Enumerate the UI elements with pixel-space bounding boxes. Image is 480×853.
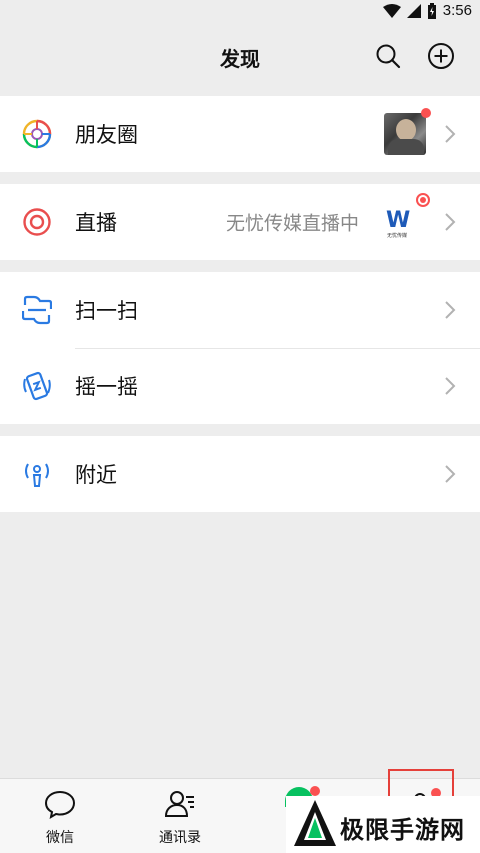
watermark-text: 极限手游网: [340, 815, 465, 844]
nearby-label: 附近: [75, 463, 117, 487]
chevron-right-icon: [445, 465, 456, 483]
tab-contacts[interactable]: 通讯录: [120, 779, 240, 853]
moments-thumbnail: [384, 113, 426, 155]
contacts-icon: [164, 791, 194, 817]
status-icons: 3:56: [382, 2, 472, 19]
group-live: 直播 无忧传媒直播中 W 无忧传媒: [0, 184, 480, 260]
live-icon: [22, 207, 52, 237]
row-shake[interactable]: 摇一摇: [0, 348, 480, 424]
page-title: 发现: [220, 47, 260, 71]
shake-icon: [22, 371, 52, 401]
live-label: 直播: [75, 211, 117, 235]
tab-chats-label: 微信: [46, 830, 74, 846]
row-nearby[interactable]: 附近: [0, 436, 480, 512]
live-subtitle: 无忧传媒直播中: [226, 212, 360, 235]
chevron-right-icon: [445, 301, 456, 319]
status-bar: 3:56: [0, 0, 480, 24]
row-scan[interactable]: 扫一扫: [0, 272, 480, 348]
group-tools: 扫一扫 摇一摇: [0, 272, 480, 424]
battery-icon: [427, 2, 436, 19]
chevron-right-icon: [445, 213, 456, 231]
row-moments[interactable]: 朋友圈: [0, 96, 480, 172]
discover-unread-dot: [310, 786, 320, 796]
add-button[interactable]: [425, 40, 457, 72]
chevron-right-icon: [445, 377, 456, 395]
wifi-icon: [382, 3, 401, 18]
status-time: 3:56: [442, 2, 472, 19]
chevron-right-icon: [445, 125, 456, 143]
plus-circle-icon: [428, 43, 454, 69]
live-logo-text: 无忧传媒: [387, 233, 408, 239]
scan-label: 扫一扫: [75, 299, 138, 323]
group-moments: 朋友圈: [0, 96, 480, 172]
header-bar: 发现: [0, 24, 480, 88]
signal-icon: [406, 3, 421, 18]
chat-bubble-icon: [44, 790, 76, 820]
live-channel-logo: W 无忧传媒: [386, 208, 410, 239]
search-icon: [376, 44, 401, 69]
live-indicator-dot: [416, 193, 430, 207]
search-button[interactable]: [372, 40, 404, 72]
shake-label: 摇一摇: [75, 375, 138, 399]
group-nearby: 附近: [0, 436, 480, 512]
watermark: 极限手游网: [286, 796, 480, 853]
tab-contacts-label: 通讯录: [159, 830, 201, 846]
moments-icon: [22, 119, 52, 149]
moments-unread-dot: [421, 108, 431, 118]
tab-chats[interactable]: 微信: [0, 779, 120, 853]
scan-icon: [22, 295, 52, 325]
nearby-icon: [22, 459, 52, 489]
watermark-logo-icon: [294, 800, 336, 846]
moments-label: 朋友圈: [75, 123, 138, 147]
row-live[interactable]: 直播 无忧传媒直播中 W 无忧传媒: [0, 184, 480, 260]
